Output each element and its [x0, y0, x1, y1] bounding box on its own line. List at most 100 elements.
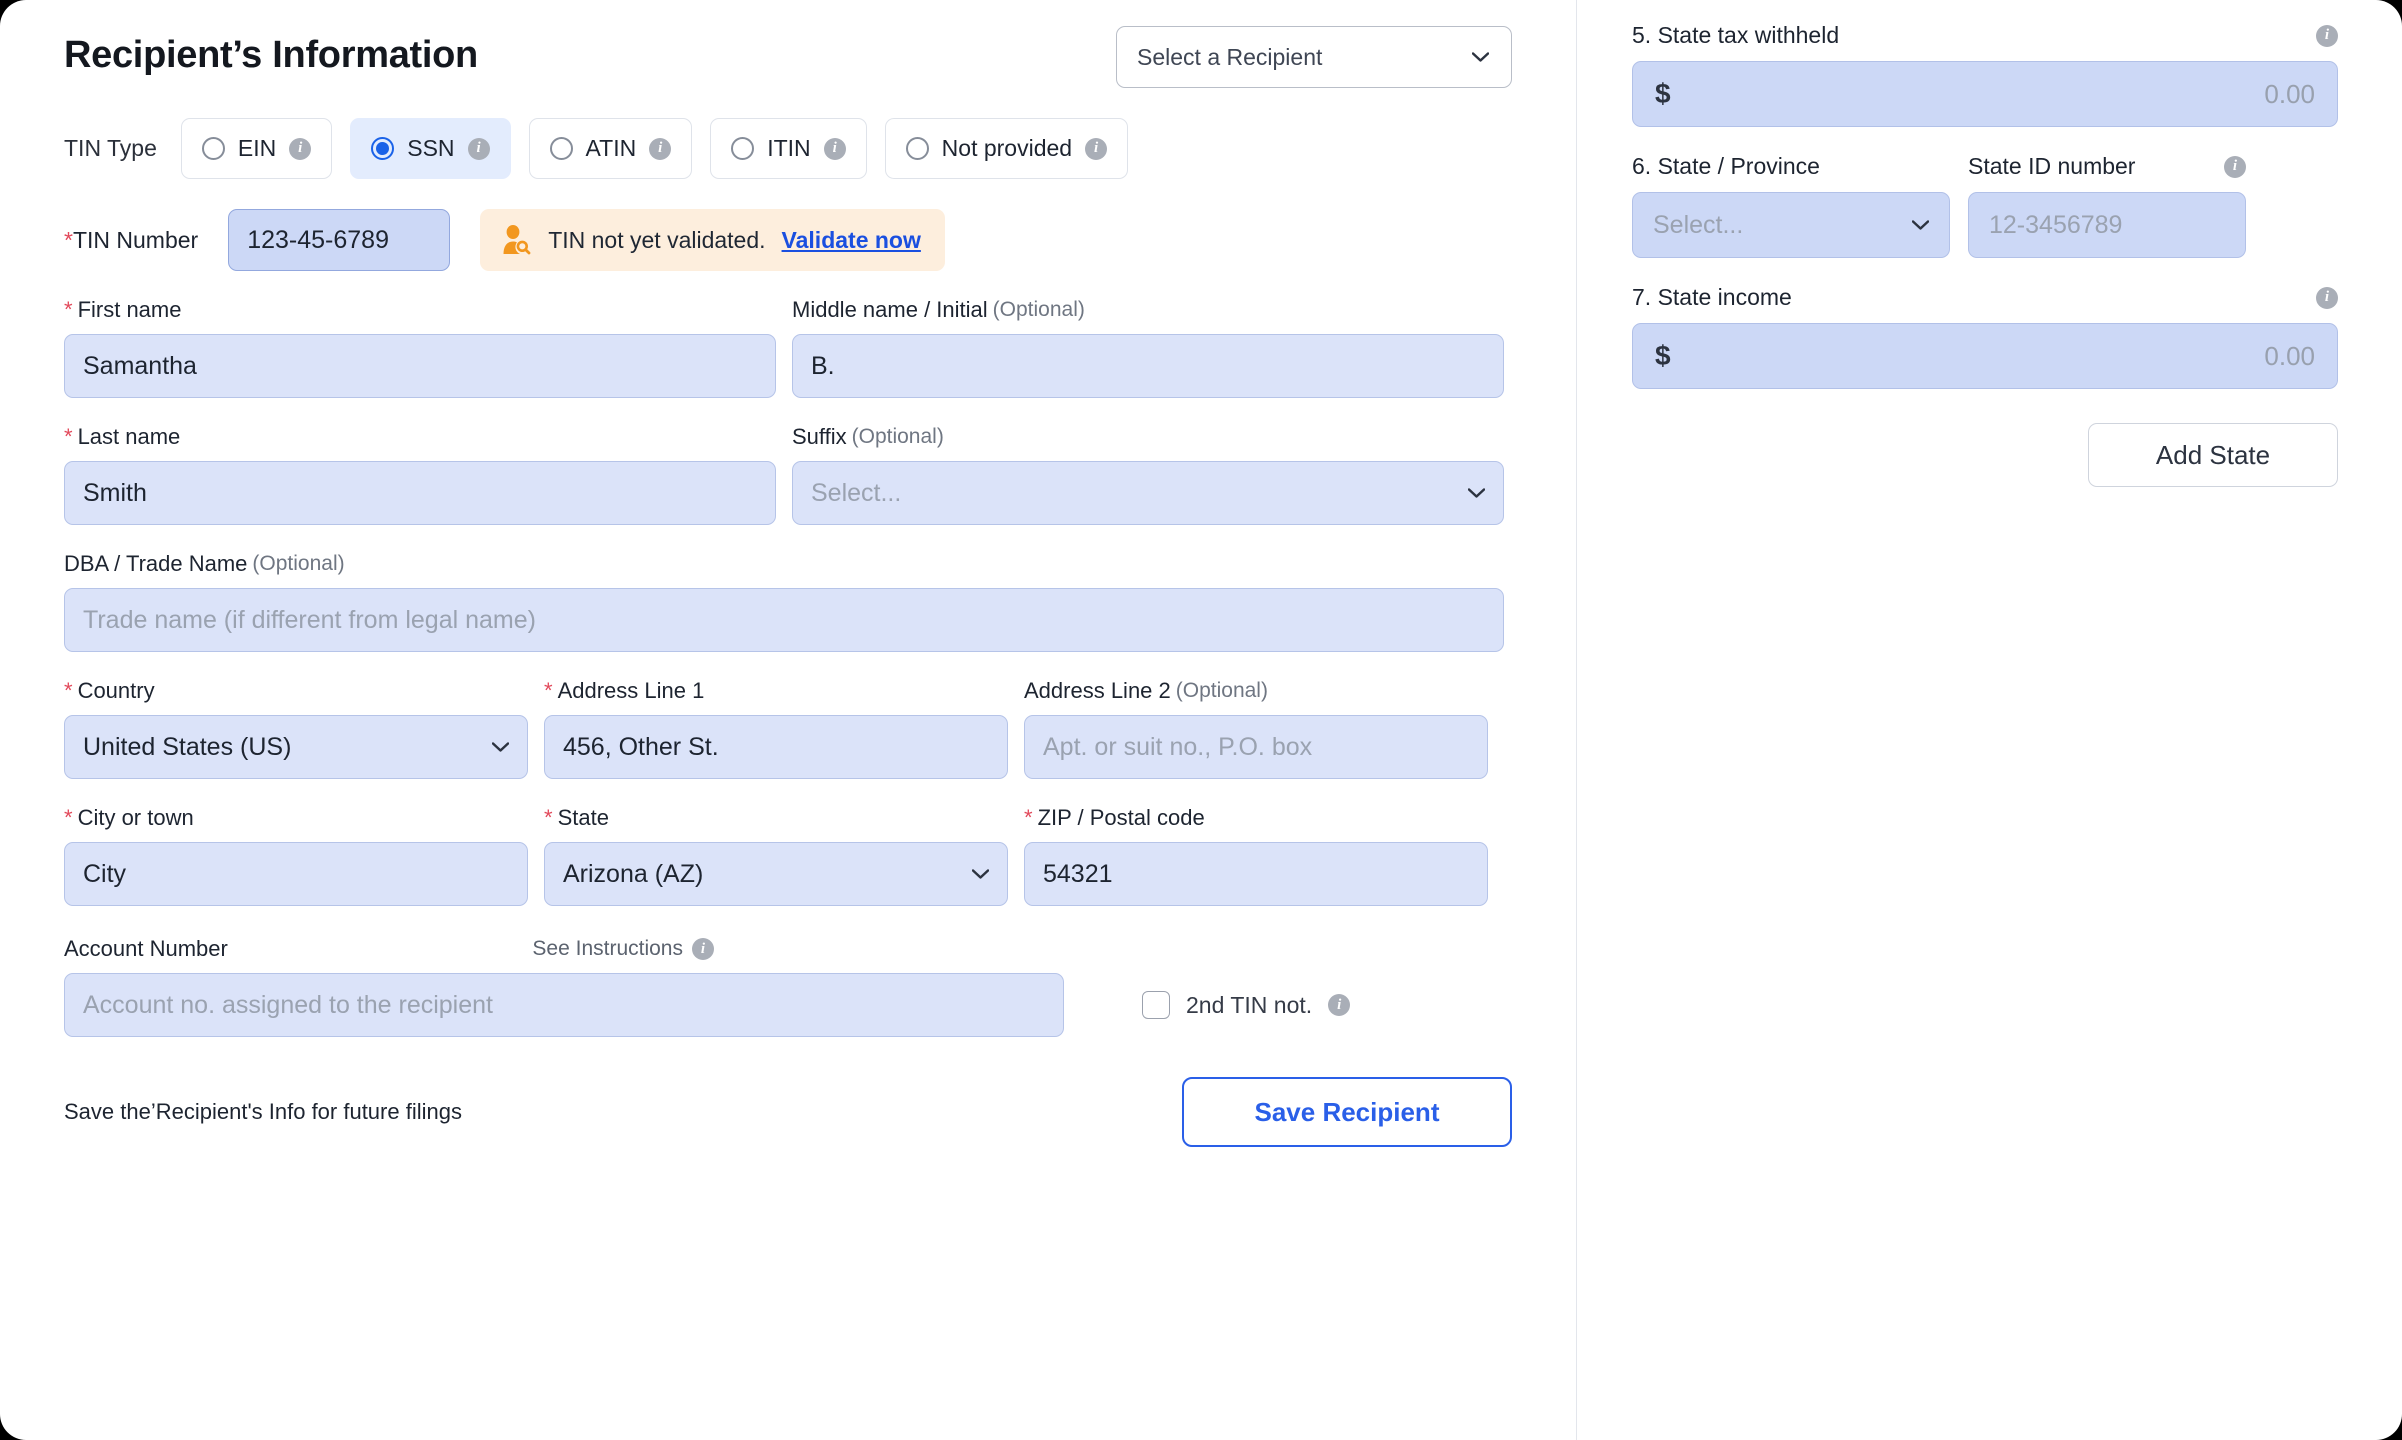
state-dropdown[interactable]: Arizona (AZ): [544, 842, 1008, 906]
tin-type-group: TIN Type EIN i SSN i ATIN i ITIN i Not p…: [64, 118, 1512, 179]
address-line2-input[interactable]: Apt. or suit no., P.O. box: [1024, 715, 1488, 779]
first-name-field: * First name Samantha: [64, 297, 776, 398]
radio-icon: [905, 137, 929, 160]
tin-number-value: 123-45-6789: [247, 225, 389, 254]
name-row-2: * Last name Smith Suffix (Optional) Selec…: [64, 424, 1512, 525]
state-income-label-row: 7. State income i: [1632, 284, 2338, 311]
required-marker: *: [64, 297, 73, 322]
address-line1-label: * Address Line 1: [544, 678, 705, 703]
address-row-2: *City or town City *State Arizona (AZ): [64, 805, 1512, 906]
dba-field: DBA / Trade Name (Optional) Trade name (…: [64, 551, 1504, 652]
currency-symbol: $: [1655, 340, 1671, 371]
info-icon[interactable]: i: [2316, 286, 2338, 309]
required-marker: *: [64, 226, 73, 253]
tin-type-option-label: ATIN: [585, 135, 637, 161]
save-recipient-button[interactable]: Save Recipient: [1182, 1077, 1512, 1147]
suffix-dropdown[interactable]: Select...: [792, 461, 1504, 525]
dba-input[interactable]: Trade name (if different from legal name…: [64, 588, 1504, 652]
state-province-label: 6. State / Province: [1632, 153, 1820, 179]
tin-type-option-ssn[interactable]: SSN i: [350, 118, 511, 179]
tin-number-input[interactable]: 123-45-6789: [228, 209, 451, 271]
state-id-label-row: State ID number i: [1968, 153, 2246, 180]
see-instructions-link[interactable]: See Instructions i: [532, 937, 714, 961]
footer-row: Save the’Recipient's Info for future fil…: [64, 1077, 1512, 1147]
info-icon[interactable]: i: [1085, 137, 1108, 160]
tin-validation-banner: TIN not yet validated. Validate now: [480, 209, 945, 271]
middle-name-value: B.: [811, 351, 835, 380]
second-tin-not-checkbox[interactable]: [1142, 991, 1170, 1019]
name-row-1: * First name Samantha Middle name / Initi…: [64, 297, 1512, 398]
info-icon[interactable]: i: [823, 137, 846, 160]
state-income-value: 0.00: [2264, 340, 2315, 371]
city-input[interactable]: City: [64, 842, 528, 906]
country-label: * Country: [64, 678, 155, 703]
optional-marker: (Optional): [851, 425, 944, 448]
state-province-dropdown[interactable]: Select...: [1632, 192, 1950, 258]
info-icon[interactable]: i: [2224, 155, 2246, 178]
info-icon[interactable]: i: [289, 137, 312, 160]
chevron-down-icon: [972, 869, 989, 879]
state-income-field: 7. State income i $ 0.00: [1632, 284, 2338, 389]
state-income-input[interactable]: $ 0.00: [1632, 323, 2338, 389]
info-icon[interactable]: i: [2316, 24, 2338, 47]
country-field: * Country United States (US): [64, 678, 528, 779]
middle-name-input[interactable]: B.: [792, 334, 1504, 398]
middle-name-label: Middle name / Initial (Optional): [792, 297, 1085, 322]
state-id-field: State ID number i 12-3456789: [1968, 153, 2246, 258]
city-label: * City or town: [64, 805, 194, 830]
state-tax-withheld-label: 5. State tax withheld: [1632, 22, 1840, 48]
required-marker: *: [544, 805, 553, 830]
dba-label: DBA / Trade Name (Optional): [64, 551, 345, 576]
country-dropdown[interactable]: United States (US): [64, 715, 528, 779]
last-name-input[interactable]: Smith: [64, 461, 776, 525]
address-line2-field: Address Line 2 (Optional) Apt. or suit n…: [1024, 678, 1488, 779]
suffix-value: Select...: [811, 478, 902, 507]
validate-now-link[interactable]: Validate now: [782, 227, 921, 254]
state-tax-withheld-input[interactable]: $ 0.00: [1632, 61, 2338, 127]
recipient-select-value: Select a Recipient: [1137, 43, 1323, 70]
city-field: * City or town City: [64, 805, 528, 906]
optional-marker: (Optional): [992, 298, 1085, 321]
tin-type-label: TIN Type: [64, 135, 157, 161]
zip-field: * ZIP / Postal code 54321: [1024, 805, 1488, 906]
radio-icon: [549, 137, 573, 160]
state-tax-withheld-value: 0.00: [2264, 78, 2315, 109]
account-number-input[interactable]: Account no. assigned to the recipient: [64, 973, 1064, 1037]
info-icon[interactable]: i: [467, 137, 490, 160]
state-id-input[interactable]: 12-3456789: [1968, 192, 2246, 258]
address-line1-input[interactable]: 456, Other St.: [544, 715, 1008, 779]
zip-input[interactable]: 54321: [1024, 842, 1488, 906]
first-name-input[interactable]: Samantha: [64, 334, 776, 398]
chevron-down-icon: [1468, 488, 1485, 498]
first-name-label: * First name: [64, 297, 182, 322]
required-marker: *: [64, 805, 73, 830]
info-icon[interactable]: i: [649, 137, 672, 160]
add-state-button[interactable]: Add State: [2088, 423, 2338, 487]
tin-type-option-label: ITIN: [767, 135, 811, 161]
panel-header: Recipient’s Information Select a Recipie…: [64, 20, 1512, 88]
panel-divider: [1576, 0, 1577, 1440]
state-id-placeholder: 12-3456789: [1989, 210, 2123, 239]
tin-type-option-label: EIN: [237, 135, 277, 161]
suffix-field: Suffix (Optional) Select...: [792, 424, 1504, 525]
radio-icon: [201, 137, 225, 160]
tin-number-label: *TIN Number: [64, 226, 199, 253]
tin-type-option-atin[interactable]: ATIN i: [528, 118, 693, 179]
state-province-label-row: 6. State / Province: [1632, 153, 1950, 180]
tin-type-option-ein[interactable]: EIN i: [180, 118, 333, 179]
state-id-label: State ID number: [1968, 153, 2136, 179]
tin-type-option-itin[interactable]: ITIN i: [710, 118, 867, 179]
tin-validation-text: TIN not yet validated.: [548, 226, 766, 253]
tin-type-option-not-provided[interactable]: Not provided i: [884, 118, 1129, 179]
recipient-select-dropdown[interactable]: Select a Recipient: [1116, 26, 1512, 88]
second-tin-not-checkbox-group[interactable]: 2nd TIN not. i: [1142, 991, 1351, 1019]
chevron-down-icon: [1912, 220, 1929, 230]
country-value: United States (US): [83, 732, 292, 761]
optional-marker: (Optional): [252, 552, 345, 575]
info-icon[interactable]: i: [1328, 994, 1351, 1016]
address-line2-placeholder: Apt. or suit no., P.O. box: [1043, 732, 1313, 761]
middle-name-field: Middle name / Initial (Optional) B.: [792, 297, 1504, 398]
zip-label: * ZIP / Postal code: [1024, 805, 1205, 830]
info-icon[interactable]: i: [692, 938, 714, 960]
account-section: Account Number See Instructions i Accoun…: [64, 936, 1512, 1037]
